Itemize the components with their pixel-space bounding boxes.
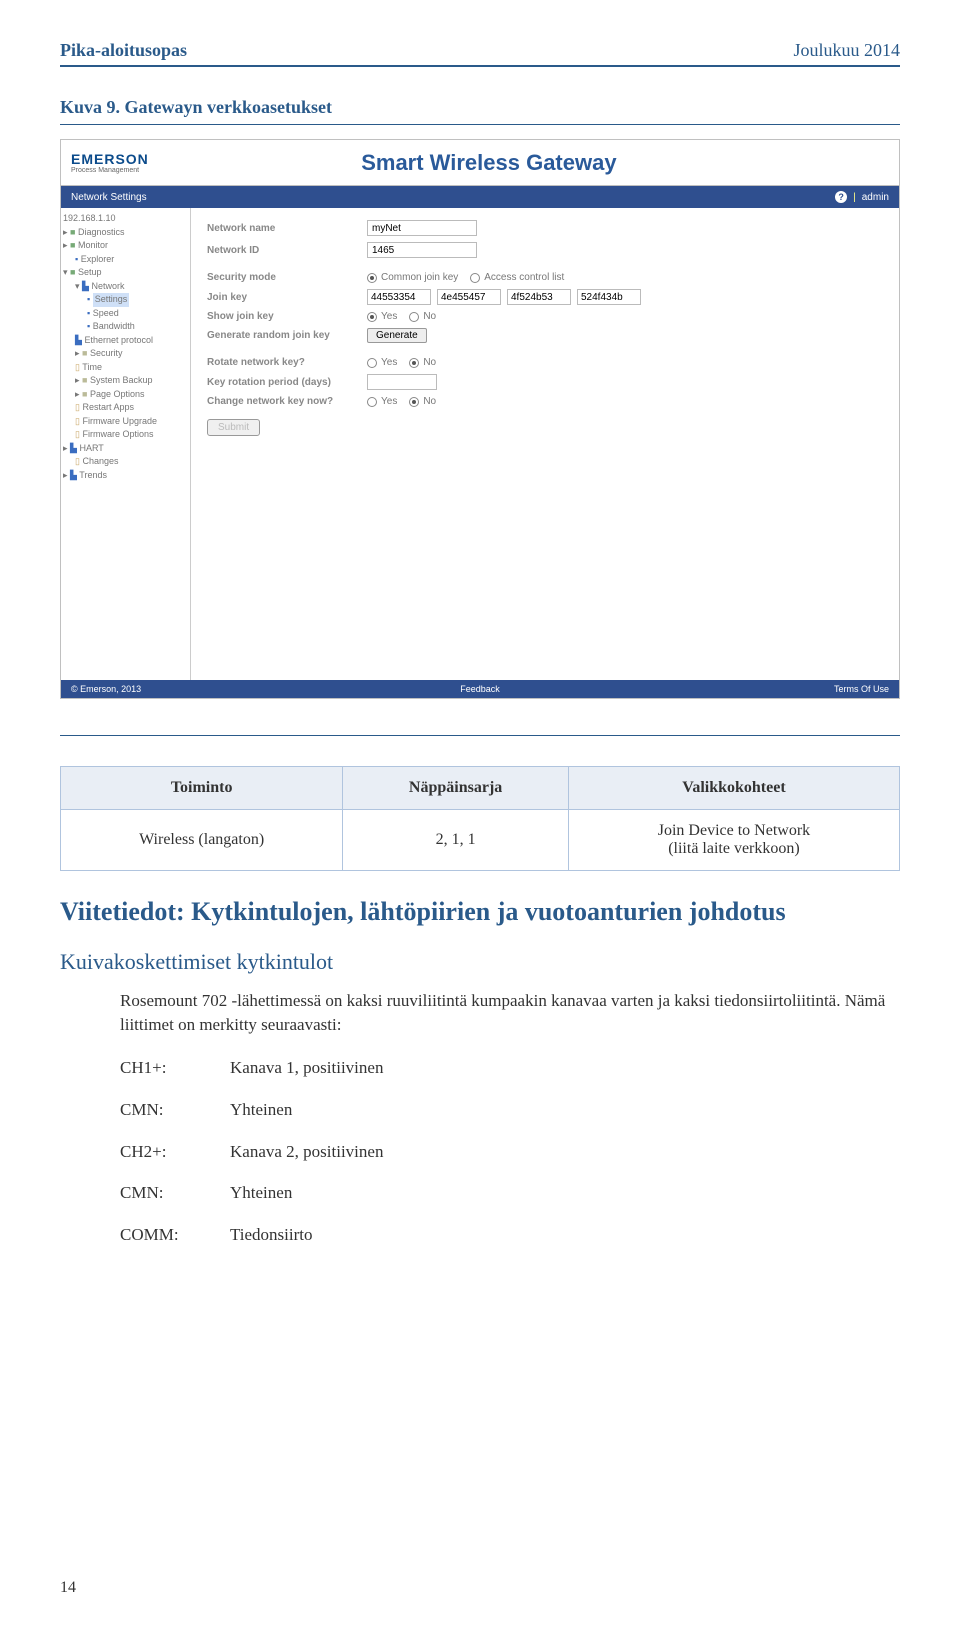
tree-explorer[interactable]: ▪ Explorer xyxy=(63,253,188,267)
terminal-definitions: CH1+: Kanava 1, positiivinen CMN: Yhtein… xyxy=(120,1056,900,1247)
def-row: CH2+: Kanava 2, positiivinen xyxy=(120,1140,900,1164)
radio-show-no[interactable]: No xyxy=(409,311,436,322)
tree-ip: 192.168.1.10 xyxy=(63,212,188,226)
def-value: Kanava 2, positiivinen xyxy=(230,1140,383,1164)
emerson-logo: EMERSON xyxy=(71,152,149,166)
breadcrumb: Network Settings xyxy=(71,192,147,203)
def-row: COMM: Tiedonsiirto xyxy=(120,1223,900,1247)
input-key-2[interactable] xyxy=(437,289,501,305)
def-term: COMM: xyxy=(120,1223,230,1247)
input-key-4[interactable] xyxy=(577,289,641,305)
def-term: CH1+: xyxy=(120,1056,230,1080)
def-term: CMN: xyxy=(120,1181,230,1205)
label-rotation-period: Key rotation period (days) xyxy=(207,377,367,388)
tree-fwupgrade[interactable]: ▯ Firmware Upgrade xyxy=(63,415,188,429)
radio-change-no[interactable]: No xyxy=(409,396,436,407)
tree-network[interactable]: ▾ ▙ Network xyxy=(63,280,188,294)
tree-speed[interactable]: ▪ Speed xyxy=(63,307,188,321)
def-value: Tiedonsiirto xyxy=(230,1223,313,1247)
label-network-name: Network name xyxy=(207,223,367,234)
cell-menu-line2: (liitä laite verkkoon) xyxy=(668,840,800,857)
tree-hart[interactable]: ▸ ▙ HART xyxy=(63,442,188,456)
cell-menu-line1: Join Device to Network xyxy=(658,822,810,839)
def-row: CMN: Yhteinen xyxy=(120,1181,900,1205)
subsection-title: Kuivakoskettimiset kytkintulot xyxy=(60,949,900,975)
figure-title: Kuva 9. Gatewayn verkkoasetukset xyxy=(60,97,900,125)
def-value: Kanava 1, positiivinen xyxy=(230,1056,383,1080)
tree-backup[interactable]: ▸ ■ System Backup xyxy=(63,374,188,388)
tree-ethernet[interactable]: ▙ Ethernet protocol xyxy=(63,334,188,348)
radio-rotate-yes[interactable]: Yes xyxy=(367,357,397,368)
emerson-logo-sub: Process Management xyxy=(71,167,149,174)
radio-show-yes[interactable]: Yes xyxy=(367,311,397,322)
submit-button[interactable]: Submit xyxy=(207,419,260,436)
radio-rotate-no[interactable]: No xyxy=(409,357,436,368)
keystroke-table: Toiminto Näppäinsarja Valikkokohteet Wir… xyxy=(60,766,900,871)
footer-feedback[interactable]: Feedback xyxy=(251,684,709,694)
tree-diagnostics[interactable]: ▸ ■ Diagnostics xyxy=(63,226,188,240)
tree-security[interactable]: ▸ ■ Security xyxy=(63,347,188,361)
tree-fwoptions[interactable]: ▯ Firmware Options xyxy=(63,428,188,442)
tree-trends[interactable]: ▸ ▙ Trends xyxy=(63,469,188,483)
input-key-1[interactable] xyxy=(367,289,431,305)
def-value: Yhteinen xyxy=(230,1098,292,1122)
tree-bandwidth[interactable]: ▪ Bandwidth xyxy=(63,320,188,334)
radio-access-list[interactable]: Access control list xyxy=(470,272,564,283)
label-change-now: Change network key now? xyxy=(207,396,367,407)
section-body: Rosemount 702 -lähettimessä on kaksi ruu… xyxy=(120,989,900,1038)
input-key-3[interactable] xyxy=(507,289,571,305)
header-title-left: Pika-aloitusopas xyxy=(60,40,187,61)
label-show-key: Show join key xyxy=(207,311,367,322)
input-network-name[interactable] xyxy=(367,220,477,236)
def-row: CH1+: Kanava 1, positiivinen xyxy=(120,1056,900,1080)
footer-terms[interactable]: Terms Of Use xyxy=(709,684,889,694)
th-function: Toiminto xyxy=(61,767,343,810)
generate-button[interactable]: Generate xyxy=(367,328,427,343)
tree-page[interactable]: ▸ ■ Page Options xyxy=(63,388,188,402)
label-network-id: Network ID xyxy=(207,245,367,256)
label-rotate: Rotate network key? xyxy=(207,357,367,368)
tree-settings[interactable]: ▪ Settings xyxy=(63,293,188,307)
label-generate: Generate random join key xyxy=(207,330,367,341)
tree-changes[interactable]: ▯ Changes xyxy=(63,455,188,469)
help-icon[interactable]: ? xyxy=(835,191,847,203)
radio-change-yes[interactable]: Yes xyxy=(367,396,397,407)
cell-keys: 2, 1, 1 xyxy=(343,810,569,871)
tree-restart[interactable]: ▯ Restart Apps xyxy=(63,401,188,415)
section-title: Viitetiedot: Kytkintulojen, lähtöpiirien… xyxy=(60,895,900,929)
input-network-id[interactable] xyxy=(367,242,477,258)
tree-monitor[interactable]: ▸ ■ Monitor xyxy=(63,239,188,253)
screenshot: EMERSON Process Management Smart Wireles… xyxy=(60,139,900,699)
label-join-key: Join key xyxy=(207,292,367,303)
page-number: 14 xyxy=(60,1579,76,1597)
nav-tree: 192.168.1.10 ▸ ■ Diagnostics ▸ ■ Monitor… xyxy=(61,208,191,680)
def-row: CMN: Yhteinen xyxy=(120,1098,900,1122)
header-title-right: Joulukuu 2014 xyxy=(793,40,900,61)
def-term: CH2+: xyxy=(120,1140,230,1164)
page-header: Pika-aloitusopas Joulukuu 2014 xyxy=(60,40,900,67)
table-row: Wireless (langaton) 2, 1, 1 Join Device … xyxy=(61,810,900,871)
app-title: Smart Wireless Gateway xyxy=(149,150,899,176)
footer-copyright: © Emerson, 2013 xyxy=(71,684,251,694)
tree-setup[interactable]: ▾ ■ Setup xyxy=(63,266,188,280)
input-rotation-period[interactable] xyxy=(367,374,437,390)
radio-common-key[interactable]: Common join key xyxy=(367,272,458,283)
def-value: Yhteinen xyxy=(230,1181,292,1205)
def-term: CMN: xyxy=(120,1098,230,1122)
label-security-mode: Security mode xyxy=(207,272,367,283)
tree-time[interactable]: ▯ Time xyxy=(63,361,188,375)
cell-menu: Join Device to Network (liitä laite verk… xyxy=(568,810,899,871)
th-keys: Näppäinsarja xyxy=(343,767,569,810)
cell-function: Wireless (langaton) xyxy=(61,810,343,871)
user-label[interactable]: admin xyxy=(862,192,889,203)
th-menu: Valikkokohteet xyxy=(568,767,899,810)
